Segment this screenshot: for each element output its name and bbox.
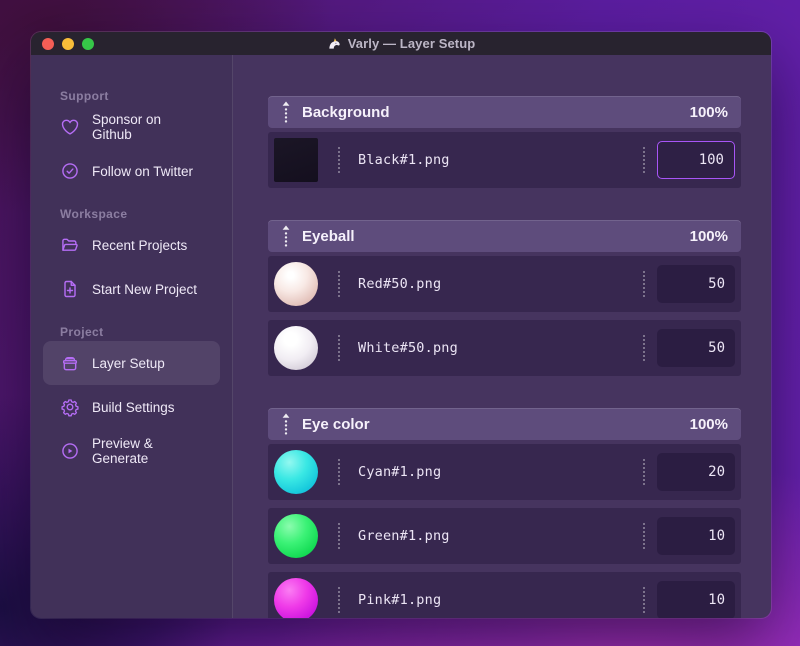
archive-box-icon bbox=[62, 356, 78, 371]
dotted-divider bbox=[338, 147, 340, 173]
layer-row: Cyan#1.png bbox=[268, 444, 741, 500]
heart-icon bbox=[61, 119, 79, 135]
layer-thumbnail-pink bbox=[274, 578, 318, 618]
layer-row: Red#50.png bbox=[268, 256, 741, 312]
sidebar-item-build-settings[interactable]: Build Settings bbox=[43, 385, 220, 429]
layer-group-eye-color: Eye color 100% Cyan#1.png Green#1.png bbox=[268, 408, 741, 618]
dotted-divider bbox=[338, 523, 340, 549]
dotted-divider bbox=[338, 587, 340, 613]
sidebar-item-start-new-project[interactable]: Start New Project bbox=[43, 267, 220, 311]
layer-thumbnail-cyan bbox=[274, 450, 318, 494]
group-weight: 100% bbox=[689, 227, 728, 245]
layer-row: Black#1.png bbox=[268, 132, 741, 188]
layer-thumbnail-red-sphere bbox=[274, 262, 318, 306]
zoom-button[interactable] bbox=[82, 37, 94, 50]
group-header: Eye color 100% bbox=[268, 408, 741, 440]
group-weight: 100% bbox=[689, 415, 728, 433]
sidebar-item-follow-on-twitter[interactable]: Follow on Twitter bbox=[43, 149, 220, 193]
sidebar-item-sponsor-on-github[interactable]: Sponsor on Github bbox=[43, 105, 220, 149]
layer-filename: Pink#1.png bbox=[358, 592, 442, 608]
dotted-divider bbox=[643, 335, 645, 361]
layer-group-background: Background 100% Black#1.png bbox=[268, 96, 741, 188]
layer-value-input[interactable] bbox=[657, 581, 735, 618]
group-title: Eye color bbox=[302, 415, 370, 433]
layer-value-input[interactable] bbox=[657, 141, 735, 179]
sidebar-item-label: Follow on Twitter bbox=[92, 163, 194, 179]
layer-setup-panel: Background 100% Black#1.png Eyeball bbox=[233, 55, 771, 618]
dotted-divider bbox=[643, 587, 645, 613]
dotted-divider bbox=[643, 459, 645, 485]
drag-handle-icon[interactable] bbox=[281, 101, 291, 123]
sidebar-item-label: Sponsor on Github bbox=[92, 112, 162, 142]
unicorn-icon bbox=[329, 38, 340, 49]
layer-thumbnail-green bbox=[274, 514, 318, 558]
drag-handle-icon[interactable] bbox=[281, 413, 291, 435]
window-title: Varly — Layer Setup bbox=[347, 36, 476, 51]
sidebar-item-label: Layer Setup bbox=[92, 355, 165, 371]
dotted-divider bbox=[643, 523, 645, 549]
gear-icon bbox=[61, 399, 79, 417]
layer-filename: Black#1.png bbox=[358, 152, 450, 168]
sidebar-section-project: Project bbox=[60, 325, 104, 339]
layer-value-input[interactable] bbox=[657, 517, 735, 555]
app-window: Varly — Layer Setup Support Sponsor on G… bbox=[31, 32, 771, 618]
layer-row: Pink#1.png bbox=[268, 572, 741, 618]
dotted-divider bbox=[643, 147, 645, 173]
layer-value-input[interactable] bbox=[657, 453, 735, 491]
layer-filename: White#50.png bbox=[358, 340, 458, 356]
layer-thumbnail-white-sphere bbox=[274, 326, 318, 370]
play-circle-icon bbox=[62, 443, 78, 459]
dotted-divider bbox=[338, 335, 340, 361]
layer-row: Green#1.png bbox=[268, 508, 741, 564]
layer-value-input[interactable] bbox=[657, 329, 735, 367]
group-weight: 100% bbox=[689, 103, 728, 121]
document-plus-icon bbox=[64, 280, 76, 298]
sidebar-item-label: Preview & Generate bbox=[92, 436, 153, 466]
sidebar: Support Sponsor on Github Follow on Twit… bbox=[31, 55, 233, 618]
sidebar-item-layer-setup[interactable]: Layer Setup bbox=[43, 341, 220, 385]
layer-row: White#50.png bbox=[268, 320, 741, 376]
sidebar-item-recent-projects[interactable]: Recent Projects bbox=[43, 223, 220, 267]
layer-value-input[interactable] bbox=[657, 265, 735, 303]
layer-group-eyeball: Eyeball 100% Red#50.png White#50.png bbox=[268, 220, 741, 376]
dotted-divider bbox=[338, 271, 340, 297]
group-header: Background 100% bbox=[268, 96, 741, 128]
layer-filename: Cyan#1.png bbox=[358, 464, 442, 480]
sidebar-item-label: Start New Project bbox=[92, 281, 198, 297]
dotted-divider bbox=[338, 459, 340, 485]
layer-filename: Red#50.png bbox=[358, 276, 442, 292]
dotted-divider bbox=[643, 271, 645, 297]
window-title-wrap: Varly — Layer Setup bbox=[327, 36, 476, 51]
sidebar-item-label: Recent Projects bbox=[92, 237, 188, 253]
group-title: Background bbox=[302, 103, 390, 121]
layer-filename: Green#1.png bbox=[358, 528, 450, 544]
badge-check-icon bbox=[62, 163, 78, 179]
traffic-lights bbox=[42, 32, 94, 55]
sidebar-item-label: Build Settings bbox=[92, 399, 175, 415]
title-bar[interactable]: Varly — Layer Setup bbox=[31, 32, 771, 55]
drag-handle-icon[interactable] bbox=[281, 225, 291, 247]
sidebar-section-support: Support bbox=[60, 89, 109, 103]
sidebar-item-preview-generate[interactable]: Preview & Generate bbox=[43, 429, 220, 473]
sidebar-section-workspace: Workspace bbox=[60, 207, 128, 221]
minimize-button[interactable] bbox=[62, 37, 74, 50]
folder-icon bbox=[62, 238, 78, 251]
close-button[interactable] bbox=[42, 37, 54, 50]
layer-thumbnail-black bbox=[274, 138, 318, 182]
group-header: Eyeball 100% bbox=[268, 220, 741, 252]
group-title: Eyeball bbox=[302, 227, 355, 245]
